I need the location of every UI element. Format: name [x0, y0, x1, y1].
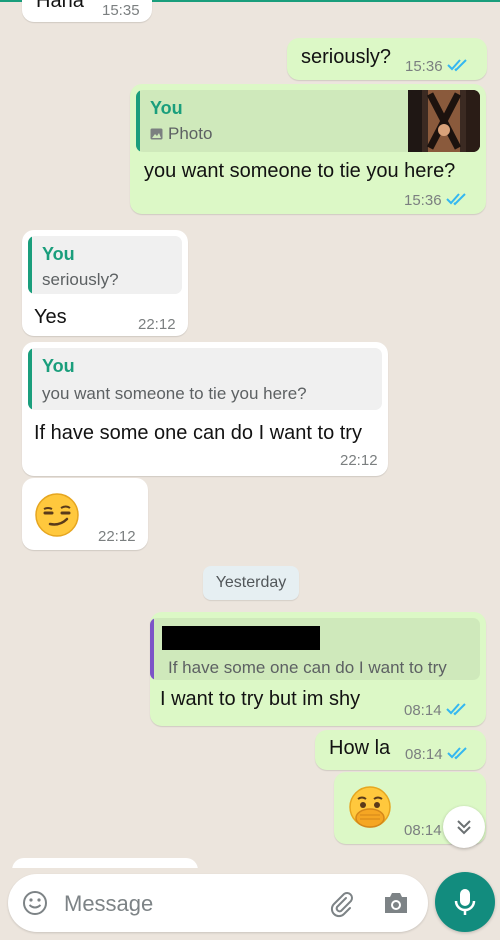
quote-author: You	[42, 244, 75, 264]
message-incoming-reply[interactable]: You seriously? Yes 22:12	[22, 230, 188, 336]
message-time: 15:36	[404, 192, 442, 209]
message-time: 15:35	[102, 2, 140, 19]
message-outgoing-reply[interactable]: If have some one can do I want to try I …	[150, 612, 486, 726]
quote-bar	[150, 618, 154, 680]
message-time: 15:36	[405, 58, 443, 75]
read-ticks-icon	[446, 193, 466, 206]
quote-text: you want someone to tie you here?	[42, 384, 307, 403]
message-text: Yes	[34, 306, 67, 328]
message-time: 22:12	[98, 528, 136, 545]
message-text: I want to try but im shy	[160, 688, 361, 710]
quoted-message[interactable]: If have some one can do I want to try	[150, 618, 480, 680]
quoted-message[interactable]: You you want someone to tie you here?	[28, 348, 382, 410]
emoji-icon[interactable]	[22, 890, 48, 916]
quote-author: You	[150, 98, 183, 118]
attachment-icon[interactable]	[326, 888, 356, 918]
camera-icon[interactable]	[382, 890, 410, 916]
photo-thumbnail[interactable]	[408, 90, 480, 152]
message-incoming-partial[interactable]	[12, 858, 198, 868]
quote-author: You	[42, 356, 75, 376]
redacted-author-name	[162, 626, 320, 650]
double-chevron-down-icon	[457, 820, 471, 835]
message-composer[interactable]	[8, 874, 428, 932]
face-with-hand-over-mouth-emoji	[349, 786, 391, 828]
quote-text: Photo	[168, 124, 213, 143]
smirking-face-emoji	[35, 493, 79, 537]
read-ticks-icon	[447, 747, 467, 760]
voice-record-button[interactable]	[435, 872, 495, 932]
message-text: Haha	[36, 0, 84, 12]
message-time: 22:12	[138, 316, 176, 333]
message-incoming-reply[interactable]: You you want someone to tie you here? If…	[22, 342, 388, 476]
microphone-icon	[454, 889, 476, 915]
message-incoming-emoji[interactable]: 22:12	[22, 478, 148, 550]
quote-bar	[136, 90, 140, 152]
read-ticks-icon	[447, 59, 467, 72]
message-text: seriously?	[301, 46, 392, 68]
message-text: How la	[329, 737, 391, 759]
date-separator: Yesterday	[203, 566, 299, 600]
message-incoming[interactable]: Haha 15:35	[22, 0, 152, 22]
quote-bar	[28, 236, 32, 294]
read-ticks-icon	[446, 703, 466, 716]
quoted-message[interactable]: You Photo	[136, 90, 480, 152]
scroll-to-bottom-button[interactable]	[443, 806, 485, 848]
photo-icon	[150, 128, 163, 140]
quoted-message[interactable]: You seriously?	[28, 236, 182, 294]
quote-text: seriously?	[42, 270, 119, 289]
message-time: 08:14	[404, 822, 442, 839]
message-outgoing[interactable]: seriously? 15:36	[287, 38, 487, 80]
message-time: 08:14	[404, 702, 442, 719]
message-outgoing[interactable]: How la 08:14	[315, 730, 486, 770]
message-text: you want someone to tie you here?	[144, 160, 456, 182]
chat-area[interactable]: Haha 15:35 seriously? 15:36 You Photo yo…	[0, 0, 500, 868]
message-input[interactable]	[62, 882, 316, 926]
message-time: 08:14	[405, 746, 443, 763]
quote-bar	[28, 348, 32, 410]
message-outgoing-reply[interactable]: You Photo you want someone to tie you he…	[130, 84, 486, 214]
message-text: If have some one can do I want to try	[34, 422, 362, 444]
quote-text: If have some one can do I want to try	[168, 658, 447, 677]
message-time: 22:12	[340, 452, 378, 469]
